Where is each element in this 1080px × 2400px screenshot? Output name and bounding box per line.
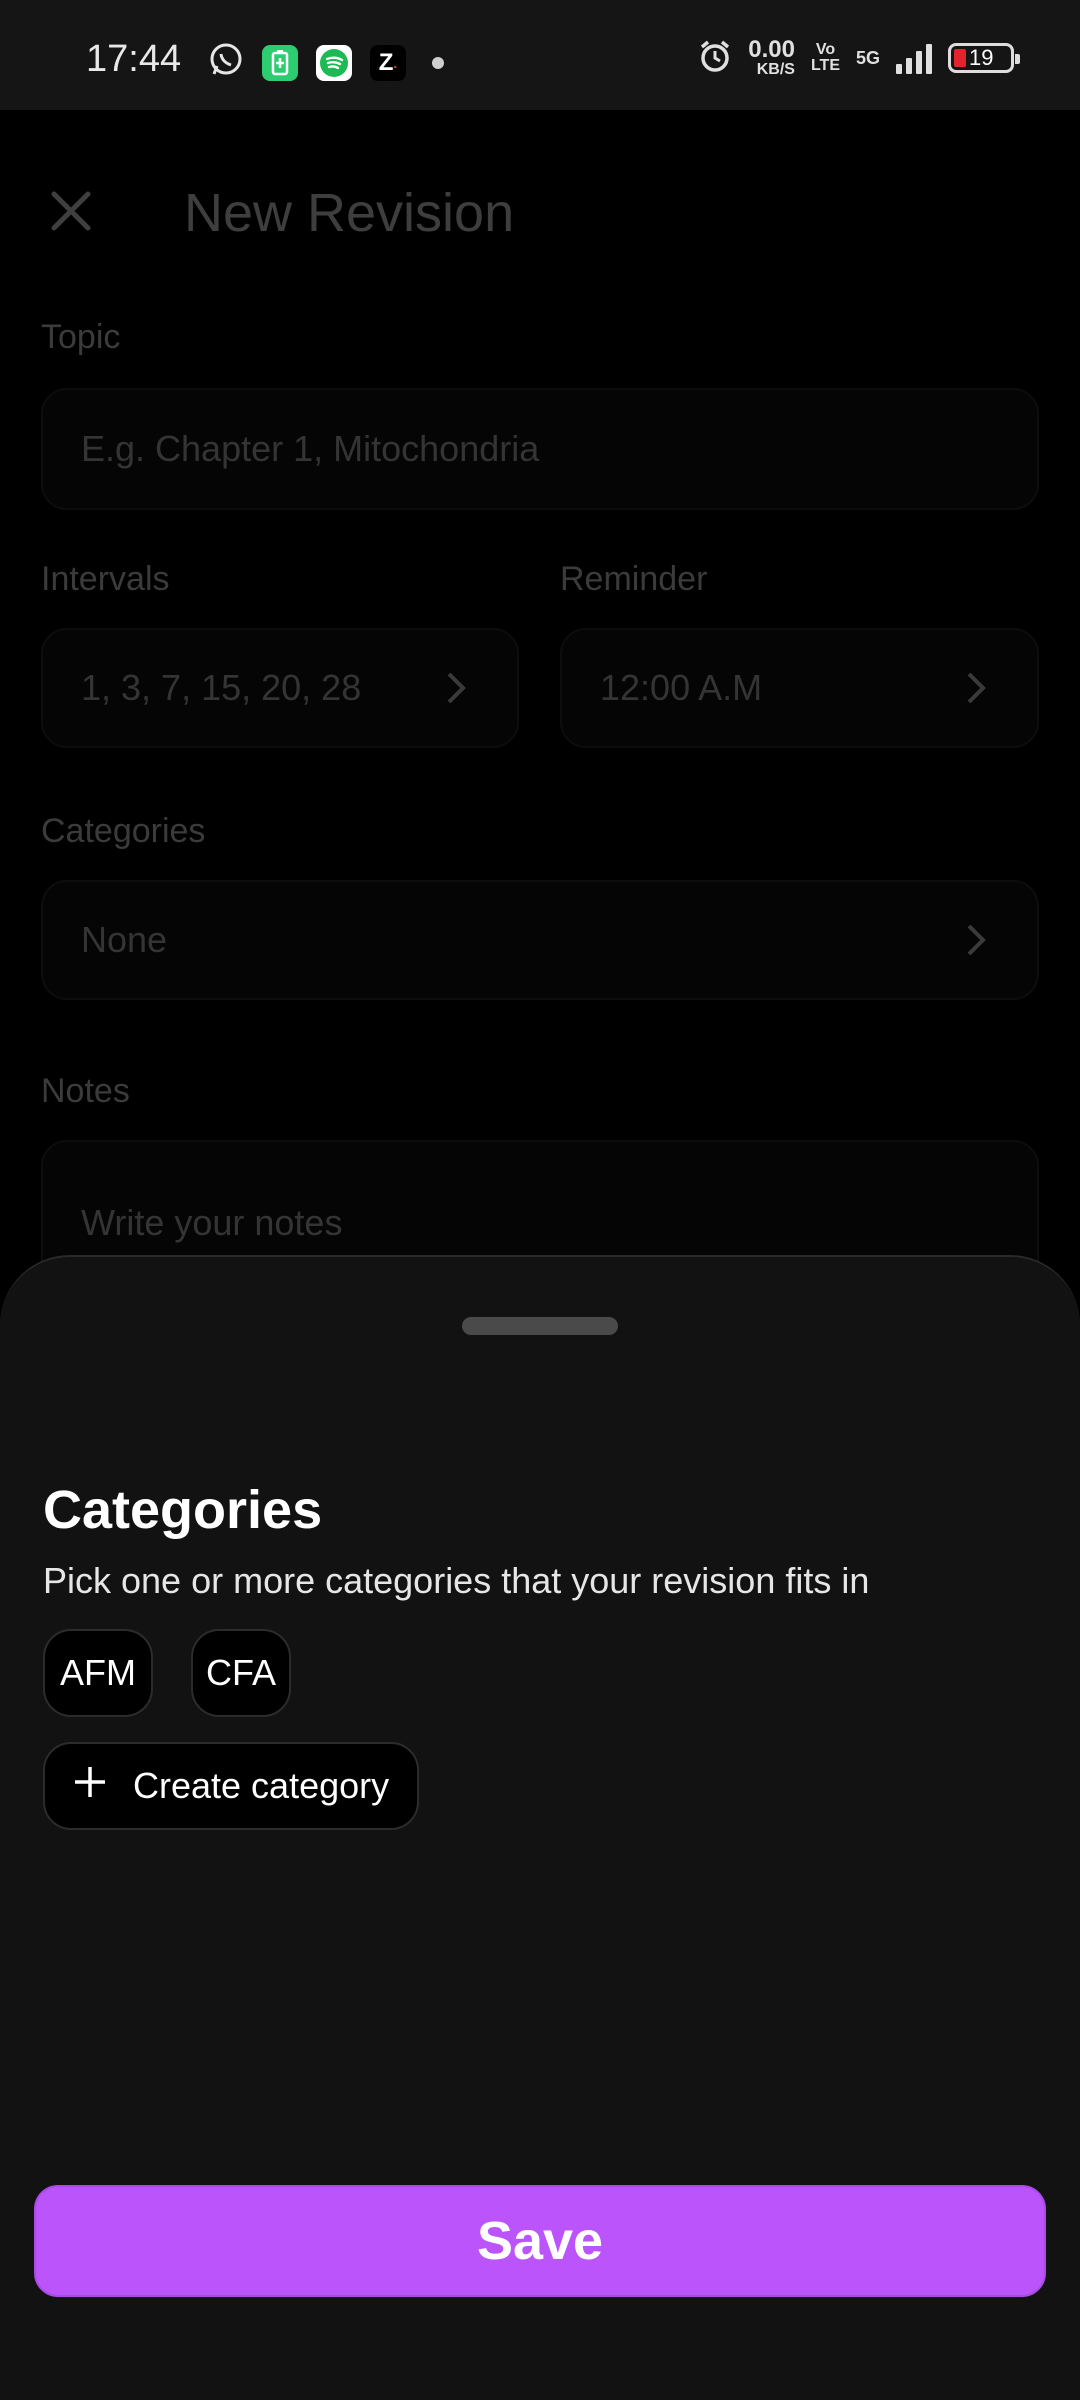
battery-level: 19 <box>969 45 994 70</box>
whatsapp-icon <box>208 42 244 83</box>
notification-dot-icon <box>432 56 444 69</box>
plus-icon <box>73 1765 107 1808</box>
battery-icon: 19 <box>948 43 1020 73</box>
zomato-icon: Z. <box>370 44 406 81</box>
chevron-right-icon <box>967 924 986 956</box>
sheet-drag-handle[interactable] <box>462 1317 618 1335</box>
categories-label: Categories <box>41 812 206 850</box>
chevron-right-icon <box>967 672 986 704</box>
intervals-selector[interactable]: 1, 3, 7, 15, 20, 28 <box>41 628 519 748</box>
create-category-button[interactable]: Create category <box>43 1742 419 1830</box>
categories-bottom-sheet: Categories Pick one or more categories t… <box>0 1255 1080 2400</box>
topic-input[interactable]: E.g. Chapter 1, Mitochondria <box>41 388 1039 510</box>
reminder-value: 12:00 A.M <box>600 667 763 708</box>
category-chip-cfa[interactable]: CFA <box>191 1629 291 1717</box>
reminder-selector[interactable]: 12:00 A.M <box>560 628 1039 748</box>
topic-placeholder: E.g. Chapter 1, Mitochondria <box>81 428 540 469</box>
volte-top: Vo <box>815 41 836 58</box>
topic-label: Topic <box>41 318 121 356</box>
network-type: 5G <box>855 47 880 68</box>
chevron-right-icon <box>447 672 466 704</box>
alarm-icon <box>698 39 732 78</box>
sheet-title: Categories <box>43 1480 323 1540</box>
notes-placeholder: Write your notes <box>81 1202 343 1243</box>
net-speed: 0.00 KB/S <box>748 38 795 78</box>
status-time: 17:44 <box>86 38 182 80</box>
signal-icon <box>896 42 932 74</box>
status-right: 0.00 KB/S Vo LTE 5G 19 <box>698 38 1020 78</box>
volte-bottom: LTE <box>810 57 840 74</box>
notes-label: Notes <box>41 1072 130 1110</box>
create-category-label: Create category <box>133 1765 390 1806</box>
reminder-label: Reminder <box>560 560 708 598</box>
sheet-subtitle: Pick one or more categories that your re… <box>43 1560 870 1601</box>
battery-saver-icon <box>262 44 298 81</box>
new-revision-form: New Revision Topic E.g. Chapter 1, Mitoc… <box>0 110 1080 1340</box>
save-button[interactable]: Save <box>34 2185 1046 2297</box>
volte-indicator: Vo LTE <box>811 42 840 74</box>
intervals-label: Intervals <box>41 560 170 598</box>
status-bar: 17:44 Z. 0.00 KB/S Vo LTE 5G 19 <box>0 0 1080 110</box>
close-icon[interactable] <box>48 188 94 234</box>
net-speed-unit: KB/S <box>756 61 795 78</box>
category-chip-afm[interactable]: AFM <box>43 1629 153 1717</box>
notification-icons: Z. <box>208 42 444 83</box>
page-title: New Revision <box>184 183 515 243</box>
categories-selector[interactable]: None <box>41 880 1039 1000</box>
categories-value: None <box>81 919 168 960</box>
spotify-icon <box>316 44 352 81</box>
intervals-value: 1, 3, 7, 15, 20, 28 <box>81 667 362 708</box>
net-speed-value: 0.00 <box>748 36 795 63</box>
